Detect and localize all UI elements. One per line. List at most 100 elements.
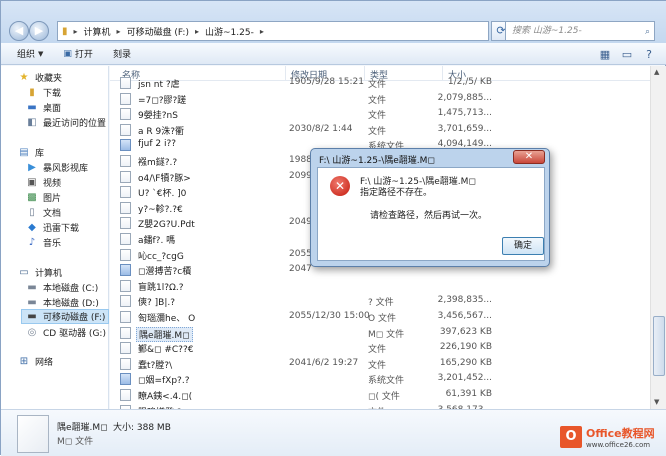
file-icon — [120, 123, 131, 136]
file-name: 傸? ]B|.? — [138, 298, 175, 309]
chevron-right-icon: ▸ — [259, 26, 264, 36]
video-library-icon: ▶ — [28, 161, 36, 173]
sidebar-item-libraries[interactable]: ▤ 库 — [17, 145, 125, 160]
table-row[interactable]: 隅e翿璀.M◻ M◻ 文件 397,623 KB — [110, 324, 658, 342]
address-bar-area: ◀ ▶ ▮ ▸ 计算机 ▸ 可移动磁盘 (F:) ▸ 山游~1.25- ▸ ⟳ … — [1, 1, 666, 43]
file-date: 1905/9/28 15:21 — [289, 77, 364, 87]
folder-icon: ▮ — [62, 25, 68, 37]
scrollbar-thumb[interactable] — [653, 316, 665, 376]
file-icon — [120, 186, 131, 199]
file-date: 1988 — [289, 155, 312, 165]
ok-button[interactable]: 确定 — [502, 237, 544, 255]
help-icon[interactable]: ? — [641, 46, 657, 62]
address-input[interactable]: ▮ ▸ 计算机 ▸ 可移动磁盘 (F:) ▸ 山游~1.25- ▸ — [57, 21, 489, 41]
file-size: 2,398,835... — [437, 295, 492, 306]
chevron-right-icon: ▸ — [73, 26, 78, 36]
office-logo-icon: O — [560, 426, 582, 448]
back-button[interactable]: ◀ — [9, 21, 29, 41]
file-type: ? 文件 — [368, 298, 394, 309]
forward-button[interactable]: ▶ — [29, 21, 49, 41]
table-row[interactable]: ◻姻=fXp?.? 系统文件 3,201,452... — [110, 371, 658, 387]
view-options-icon[interactable]: ▦ — [597, 46, 613, 62]
file-date: 2055/12/30 15:00 — [289, 311, 370, 321]
recent-icon: ◧ — [27, 116, 37, 128]
file-name: y?~軫?.?€ — [138, 204, 183, 215]
file-name: 鄞&◻ #C??€ — [138, 345, 194, 356]
table-row[interactable]: 瞭A銕<.4.◻(◻( 文件 61,391 KB — [110, 387, 658, 403]
file-icon — [120, 279, 131, 292]
dialog-title: F:\ 山游~1.25-\隅e翿璀.M◻ — [319, 156, 435, 166]
details-file-type: M◻ 文件 — [57, 437, 94, 447]
file-icon — [120, 155, 131, 167]
sidebar-item-network[interactable]: ⊞ 网络 — [17, 354, 125, 369]
table-row[interactable]: =7◻?膠?蹉 文件 2,079,885... — [110, 91, 658, 107]
search-input[interactable]: 搜索 山游~1.25- ⌕ — [505, 21, 655, 41]
file-name: 襁m鐩?.? — [138, 158, 178, 168]
star-icon: ★ — [19, 71, 29, 83]
search-icon: ⌕ — [644, 27, 650, 37]
file-icon — [120, 295, 131, 308]
sidebar-item-favorites[interactable]: ★ 收藏夹 — [17, 70, 125, 85]
file-name: fjuf 2 i?? — [138, 139, 177, 150]
file-name: 蠢t?膛?\ — [138, 360, 173, 371]
table-row[interactable]: 9嫈挂?nS 文件 1,475,713... — [110, 106, 658, 122]
network-icon: ⊞ — [19, 355, 29, 367]
breadcrumb-drive[interactable]: 可移动磁盘 (F:) — [127, 25, 189, 38]
breadcrumb-computer[interactable]: 计算机 — [84, 25, 111, 38]
file-name: U? `€杯. ]0 — [138, 189, 187, 200]
table-row[interactable]: a R 9洙?衢 2030/8/2 1:44 文件 3,701,659... — [110, 122, 658, 138]
chevron-right-icon: ▸ — [194, 26, 199, 36]
vertical-scrollbar[interactable]: ▲ ▼ — [650, 66, 666, 409]
file-type: 文件 — [368, 360, 387, 371]
error-icon: ✕ — [330, 176, 350, 196]
file-icon — [120, 311, 131, 323]
file-icon — [120, 170, 131, 183]
table-row[interactable]: jsn nt ?虐 1905/9/28 15:21 文件 1/2,/5/ KB — [110, 75, 658, 91]
file-name: a R 9洙?衢 — [138, 126, 184, 137]
file-type: 系统文件 — [368, 376, 405, 387]
dialog-hint: 请检查路径，然后再试一次。 — [370, 211, 488, 221]
open-button[interactable]: ▣ 打开 — [63, 47, 93, 61]
explorer-window: ◀ ▶ ▮ ▸ 计算机 ▸ 可移动磁盘 (F:) ▸ 山游~1.25- ▸ ⟳ … — [0, 0, 666, 456]
file-size: 1/2,/5/ KB — [447, 77, 492, 87]
file-icon — [120, 217, 131, 230]
file-date: 2055 — [289, 248, 312, 259]
file-size: 3,456,567... — [437, 311, 492, 321]
organize-button[interactable]: 组织 ▼ — [17, 47, 44, 61]
table-row[interactable]: 傸? ]B|.? ? 文件 2,398,835... — [110, 293, 658, 309]
sidebar-item-computer[interactable]: ▭ 计算机 — [17, 265, 125, 280]
dialog-body: ✕ F:\ 山游~1.25-\隅e翿璀.M◻ 指定路径不存在。 请检查路径，然后… — [317, 167, 545, 261]
file-size: 3,701,659... — [437, 123, 492, 134]
file-date: 2099 — [289, 170, 312, 181]
preview-pane-icon[interactable]: ▭ — [619, 46, 635, 62]
file-size: 2,079,885... — [437, 92, 492, 103]
burn-button[interactable]: 刻录 — [113, 47, 131, 60]
scroll-up-icon[interactable]: ▲ — [654, 68, 659, 76]
close-button[interactable]: ✕ — [513, 150, 545, 164]
sidebar-item-drive-f[interactable]: ▬ 可移动磁盘 (F:) — [21, 309, 109, 324]
open-icon: ▣ — [63, 48, 72, 59]
desktop-icon: ▬ — [27, 101, 37, 113]
chevron-down-icon: ▼ — [38, 49, 44, 58]
table-row[interactable]: 匌瑙瀰he、 O 2055/12/30 15:00 O 文件 3,456,567... — [110, 309, 658, 325]
file-icon — [120, 233, 131, 245]
error-dialog: F:\ 山游~1.25-\隅e翿璀.M◻ ✕ ✕ F:\ 山游~1.25-\隅e… — [310, 148, 550, 267]
file-name: 9嫈挂?nS — [138, 111, 178, 122]
computer-icon: ▭ — [19, 266, 29, 278]
breadcrumb-folder[interactable]: 山游~1.25- — [205, 25, 254, 38]
dialog-message: 指定路径不存在。 — [360, 188, 433, 198]
file-name: Z嬰2G?U.Pdt — [138, 220, 195, 231]
library-icon: ▤ — [19, 146, 29, 158]
scroll-down-icon[interactable]: ▼ — [654, 398, 659, 406]
file-icon — [120, 264, 131, 277]
file-type: M◻ 文件 — [368, 329, 405, 340]
file-icon — [120, 373, 131, 386]
table-row[interactable]: 盲跳1l?Ω.? — [110, 278, 658, 294]
table-row[interactable]: 蠢t?膛?\ 2041/6/2 19:27 文件 165,290 KB — [110, 356, 658, 372]
file-icon — [120, 326, 131, 339]
table-row[interactable]: 鄞&◻ #C??€ 文件 226,190 KB — [110, 340, 658, 356]
file-type: 文件 — [368, 95, 387, 106]
folder-icon: ▮ — [29, 86, 35, 98]
chevron-right-icon: ▸ — [116, 26, 121, 36]
drive-icon: ▬ — [27, 296, 37, 308]
